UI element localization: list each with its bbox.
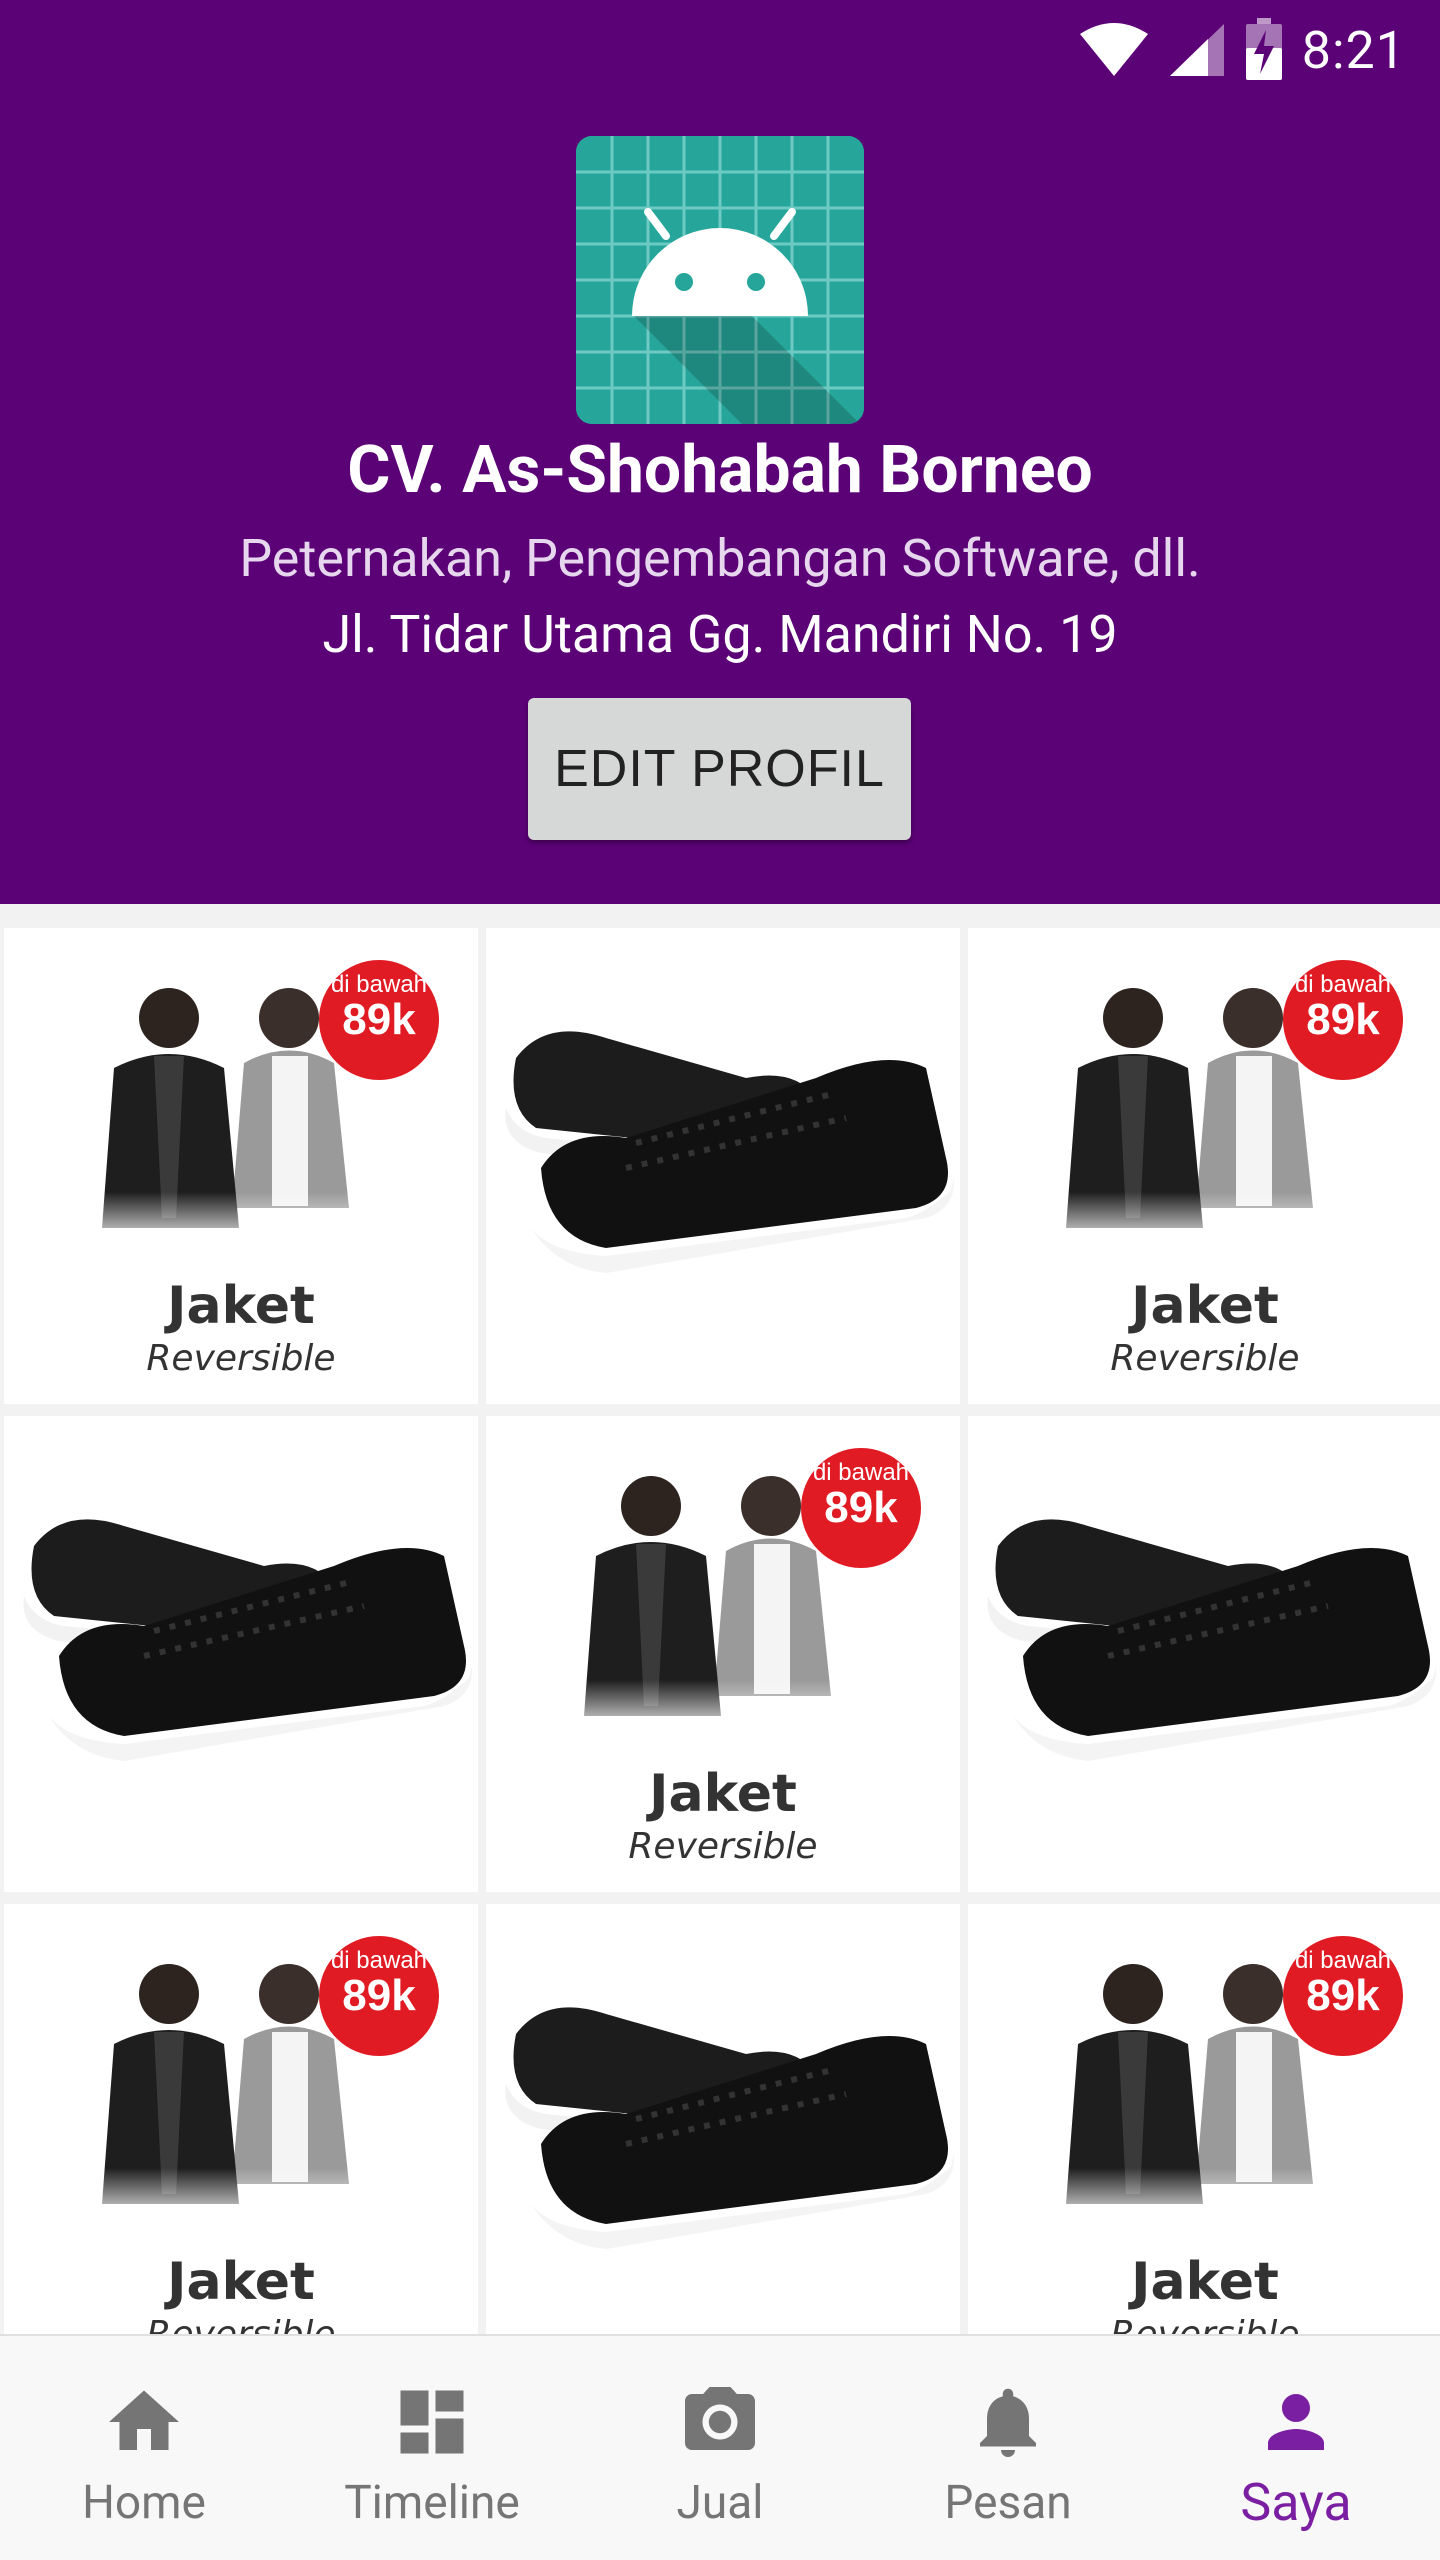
product-card[interactable]: di bawah 89k Jaket Reversible	[968, 928, 1440, 1404]
android-icon	[576, 136, 864, 424]
sneaker-image	[987, 1519, 1437, 1761]
product-title: Jaket	[167, 1276, 315, 1336]
product-card[interactable]: di bawah 89k Jaket Reversible	[968, 1904, 1440, 2334]
wifi-icon	[1079, 23, 1148, 76]
shop-name: CV. As-Shohabah Borneo	[347, 432, 1093, 509]
status-time: 8:21	[1301, 19, 1406, 81]
nav-saya[interactable]: Saya	[1152, 2336, 1440, 2560]
nav-label: Saya	[1240, 2472, 1352, 2533]
price-badge: di bawah 89k	[319, 1948, 439, 2018]
shop-description: Peternakan, Pengembangan Software, dll.	[239, 528, 1201, 589]
camera-icon	[685, 2387, 755, 2450]
nav-pesan[interactable]: Pesan	[864, 2336, 1152, 2560]
price-badge: di bawah 89k	[1283, 1948, 1403, 2018]
badge-price-text: 89k	[1306, 995, 1380, 1044]
nav-label: Pesan	[944, 2476, 1072, 2530]
nav-label: Jual	[676, 2476, 764, 2530]
sneaker-image	[23, 1519, 473, 1761]
product-title: Jaket	[649, 1764, 797, 1824]
nav-label: Timeline	[344, 2476, 520, 2530]
badge-price-text: 89k	[342, 995, 416, 1044]
home-icon	[109, 2390, 179, 2450]
product-card[interactable]: di bawah 89k Jaket Reversible	[486, 1416, 960, 1892]
product-card[interactable]: di bawah 89k Jaket Reversible	[4, 928, 478, 1404]
nav-timeline[interactable]: Timeline	[288, 2336, 576, 2560]
battery-charging-icon	[1245, 18, 1282, 80]
badge-price-text: 89k	[824, 1483, 898, 1532]
bell-icon	[980, 2388, 1036, 2457]
edit-profile-button[interactable]: EDIT PROFIL	[528, 698, 911, 840]
product-title: Jaket	[1131, 1276, 1279, 1336]
sneaker-image	[505, 2007, 955, 2249]
nav-jual[interactable]: Jual	[576, 2336, 864, 2560]
product-card[interactable]	[486, 1904, 960, 2334]
price-badge: di bawah 89k	[1283, 972, 1403, 1042]
person-icon	[1268, 2394, 1324, 2450]
product-card[interactable]: di bawah 89k Jaket Reversible	[4, 1904, 478, 2334]
product-subtitle: Reversible	[968, 2314, 1440, 2334]
product-subtitle: Reversible	[1110, 1338, 1300, 1379]
nav-label: Home	[82, 2476, 206, 2530]
price-badge: di bawah 89k	[319, 972, 439, 1042]
sneaker-image	[505, 1031, 955, 1273]
dashboard-icon	[400, 2390, 464, 2454]
product-card[interactable]	[486, 928, 960, 1404]
product-title: Jaket	[1131, 2252, 1279, 2312]
product-subtitle: Reversible	[146, 1338, 336, 1379]
product-subtitle: Reversible	[628, 1826, 818, 1867]
product-grid: di bawah 89k Jaket Reversible di bawah 8…	[0, 904, 1440, 2334]
status-icons: 8:21	[1078, 18, 1406, 82]
badge-price-text: 89k	[1306, 1971, 1380, 2020]
price-badge: di bawah 89k	[801, 1460, 921, 1530]
status-bar: 8:21	[0, 0, 1440, 100]
product-title: Jaket	[167, 2252, 315, 2312]
profile-header: 8:21 CV. As-Shohabah Borneo Peternakan, …	[0, 0, 1440, 904]
signal-icon	[1169, 24, 1224, 76]
product-subtitle: Reversible	[4, 2314, 478, 2334]
product-card[interactable]	[968, 1416, 1440, 1892]
badge-price-text: 89k	[342, 1971, 416, 2020]
nav-home[interactable]: Home	[0, 2336, 288, 2560]
shop-address: Jl. Tidar Utama Gg. Mandiri No. 19	[322, 604, 1118, 665]
product-card[interactable]	[4, 1416, 478, 1892]
bottom-navigation: Home Timeline Jual Pesan Saya	[0, 2334, 1440, 2560]
